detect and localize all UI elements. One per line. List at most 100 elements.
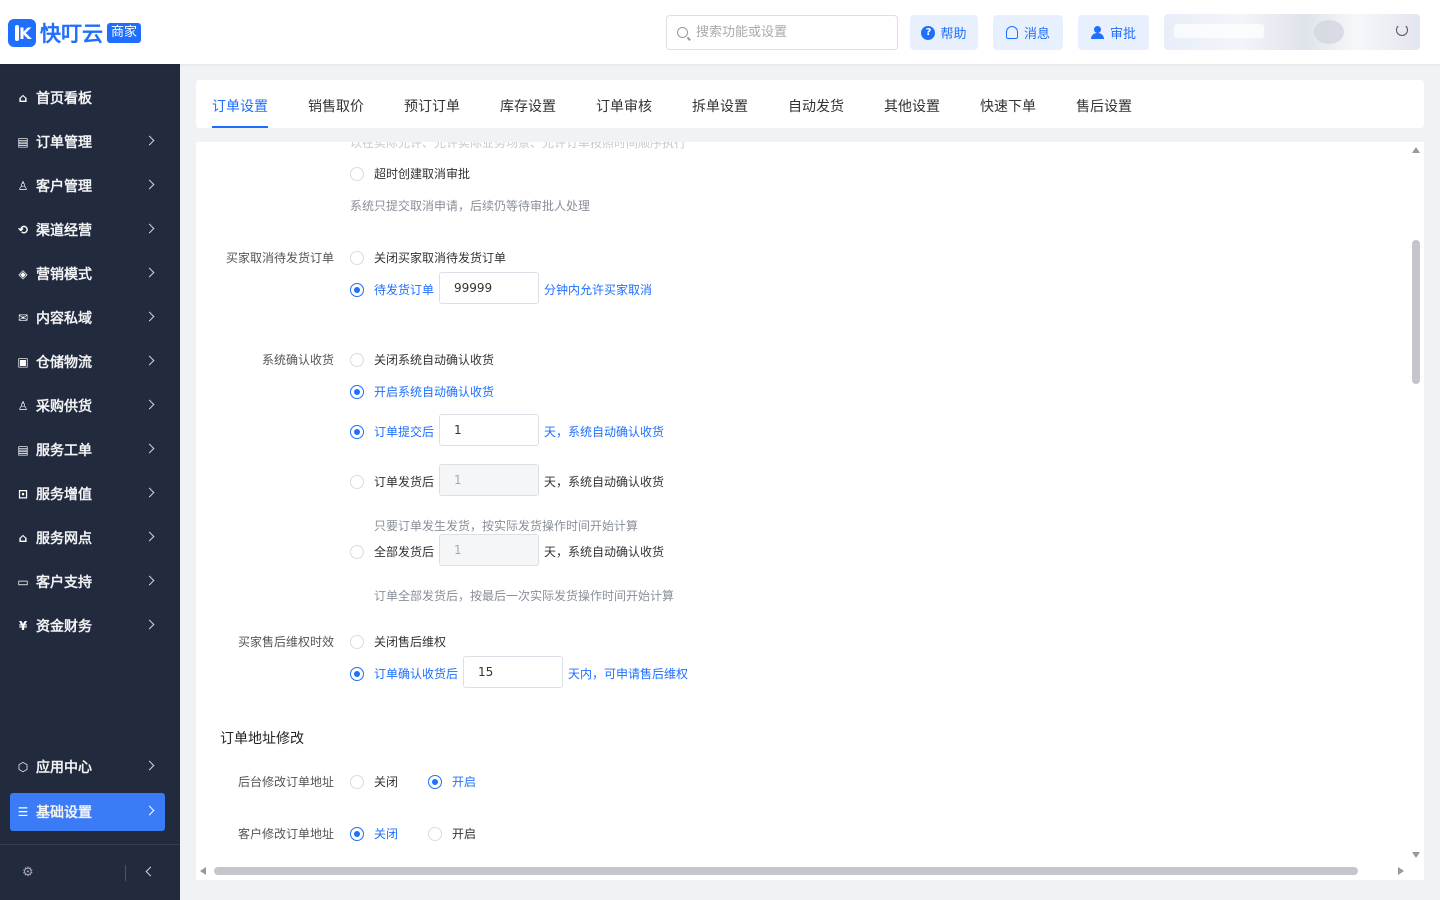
radio-unchecked[interactable] bbox=[350, 250, 364, 265]
account-dropdown[interactable] bbox=[1164, 14, 1420, 50]
settings-tabs: 订单设置 销售取价 预订订单 库存设置 订单审核 拆单设置 自动发货 其他设置 … bbox=[196, 80, 1424, 128]
gear-icon[interactable]: ⚙ bbox=[22, 865, 34, 880]
tab-order-review[interactable]: 订单审核 bbox=[596, 96, 652, 128]
sidebar-item-service-points[interactable]: ⌂ 服务网点 bbox=[10, 519, 165, 557]
sidebar: ⌂ 首页看板 ▤ 订单管理 ♙ 客户管理 ⟲ 渠道经营 ◈ 营销模式 ✉ 内容私… bbox=[0, 64, 180, 900]
tab-auto-ship[interactable]: 自动发货 bbox=[788, 96, 844, 128]
after-sale-days-input[interactable]: 15 bbox=[463, 656, 563, 688]
sidebar-item-service-tickets[interactable]: ▤ 服务工单 bbox=[10, 431, 165, 469]
purchase-icon: ♙ bbox=[17, 399, 29, 413]
option-after-submit[interactable]: 订单提交后 bbox=[350, 423, 434, 440]
user-icon: ♙ bbox=[17, 179, 29, 193]
radio-checked[interactable] bbox=[350, 282, 364, 297]
settings-sliders-icon: ☰ bbox=[17, 805, 29, 819]
after-submit-days-input[interactable]: 1 bbox=[439, 414, 539, 446]
collapse-sidebar-icon[interactable] bbox=[145, 866, 156, 877]
search-input[interactable] bbox=[696, 25, 886, 40]
tab-other[interactable]: 其他设置 bbox=[884, 96, 940, 128]
label-buyer-cancel: 买家取消待发货订单 bbox=[225, 251, 334, 265]
help-icon: ? bbox=[921, 25, 936, 40]
logo-icon: K bbox=[8, 19, 36, 47]
sidebar-item-content[interactable]: ✉ 内容私域 bbox=[10, 299, 165, 337]
brand-logo[interactable]: K 快叮云 商家 bbox=[8, 18, 142, 48]
order-icon: ▤ bbox=[17, 135, 29, 149]
radio-checked[interactable] bbox=[350, 826, 364, 841]
tab-after-sale[interactable]: 售后设置 bbox=[1076, 96, 1132, 128]
sidebar-item-app-center[interactable]: ⬡ 应用中心 bbox=[10, 748, 165, 786]
scroll-up-arrow-icon[interactable] bbox=[1412, 147, 1420, 153]
hint-after-ship: 只要订单发生发货，按实际发货操作时间开始计算 bbox=[374, 519, 639, 533]
all-shipped-days-input[interactable]: 1 bbox=[439, 534, 539, 566]
brand-name: 快叮云 bbox=[40, 22, 103, 46]
chevron-right-icon bbox=[144, 135, 155, 146]
approval-button[interactable]: 审批 bbox=[1078, 15, 1149, 50]
chevron-right-icon bbox=[144, 619, 155, 630]
after-ship-days-input[interactable]: 1 bbox=[439, 464, 539, 496]
option-close-auto-confirm[interactable]: 关闭系统自动确认收货 bbox=[350, 351, 494, 368]
approval-user-icon bbox=[1090, 26, 1104, 39]
option-open-auto-confirm[interactable]: 开启系统自动确认收货 bbox=[350, 383, 494, 400]
scroll-left-arrow-icon[interactable] bbox=[200, 867, 206, 875]
tab-split-order[interactable]: 拆单设置 bbox=[692, 96, 748, 128]
option-customer-address-on[interactable]: 开启 bbox=[428, 825, 476, 842]
hint-timeout-cancel: 系统只提交取消申请，后续仍等待审批人处理 bbox=[350, 199, 591, 213]
option-backend-address-on[interactable]: 开启 bbox=[428, 773, 476, 790]
sidebar-item-warehouse[interactable]: ▣ 仓储物流 bbox=[10, 343, 165, 381]
top-header: K 快叮云 商家 ? 帮助 消息 审批 bbox=[0, 0, 1440, 64]
avatar bbox=[1314, 20, 1344, 44]
sidebar-item-dashboard[interactable]: ⌂ 首页看板 bbox=[10, 79, 165, 117]
radio-unchecked[interactable] bbox=[350, 634, 364, 649]
channel-icon: ⟲ bbox=[17, 223, 29, 237]
sidebar-item-value-added[interactable]: ⊡ 服务增值 bbox=[10, 475, 165, 513]
option-all-shipped[interactable]: 全部发货后 bbox=[350, 543, 434, 560]
sidebar-item-basic-settings[interactable]: ☰ 基础设置 bbox=[10, 793, 165, 831]
tab-sales-pricing[interactable]: 销售取价 bbox=[308, 96, 364, 128]
scroll-down-arrow-icon[interactable] bbox=[1412, 852, 1420, 858]
all-shipped-suffix: 天，系统自动确认收货 bbox=[544, 545, 665, 559]
radio-checked[interactable] bbox=[350, 424, 364, 439]
sidebar-item-finance[interactable]: ¥ 资金财务 bbox=[10, 607, 165, 645]
tab-quick-order[interactable]: 快速下单 bbox=[980, 96, 1036, 128]
label-customer-address: 客户修改订单地址 bbox=[237, 827, 334, 841]
help-button[interactable]: ? 帮助 bbox=[910, 15, 978, 50]
radio-unchecked[interactable] bbox=[350, 474, 364, 489]
radio-checked[interactable] bbox=[428, 774, 442, 789]
tab-order-settings[interactable]: 订单设置 bbox=[212, 96, 268, 128]
clipped-description: 以在实际允许、允许实际业务场景、允许订单按照时间顺序执行 bbox=[350, 142, 687, 150]
bell-icon bbox=[1005, 26, 1018, 39]
brand-badge: 商家 bbox=[107, 23, 142, 43]
radio-unchecked[interactable] bbox=[350, 774, 364, 789]
tab-preorder[interactable]: 预订订单 bbox=[404, 96, 460, 128]
sidebar-item-orders[interactable]: ▤ 订单管理 bbox=[10, 123, 165, 161]
option-after-ship[interactable]: 订单发货后 bbox=[350, 473, 434, 490]
scroll-right-arrow-icon[interactable] bbox=[1398, 867, 1404, 875]
radio-unchecked[interactable] bbox=[350, 166, 364, 181]
radio-checked[interactable] bbox=[350, 384, 364, 399]
option-close-after-sale[interactable]: 关闭售后维权 bbox=[350, 633, 446, 650]
buyer-cancel-minutes-input[interactable]: 99999 bbox=[439, 272, 539, 304]
tab-inventory[interactable]: 库存设置 bbox=[500, 96, 556, 128]
chevron-right-icon bbox=[144, 311, 155, 322]
option-customer-address-off[interactable]: 关闭 bbox=[350, 825, 398, 842]
chevron-right-icon bbox=[144, 179, 155, 190]
radio-unchecked[interactable] bbox=[428, 826, 442, 841]
sidebar-item-channels[interactable]: ⟲ 渠道经营 bbox=[10, 211, 165, 249]
horizontal-scrollbar[interactable] bbox=[214, 867, 1358, 875]
sidebar-item-customers[interactable]: ♙ 客户管理 bbox=[10, 167, 165, 205]
option-backend-address-off[interactable]: 关闭 bbox=[350, 773, 398, 790]
option-close-buyer-cancel[interactable]: 关闭买家取消待发货订单 bbox=[350, 249, 506, 266]
search-box[interactable] bbox=[666, 15, 898, 50]
radio-unchecked[interactable] bbox=[350, 544, 364, 559]
chevron-right-icon bbox=[144, 760, 155, 771]
radio-checked[interactable] bbox=[350, 666, 364, 681]
sidebar-item-support[interactable]: ▭ 客户支持 bbox=[10, 563, 165, 601]
box-icon: ▣ bbox=[17, 355, 29, 369]
sidebar-item-purchase[interactable]: ♙ 采购供货 bbox=[10, 387, 165, 425]
option-timeout-cancel-approval[interactable]: 超时创建取消审批 bbox=[350, 165, 470, 182]
radio-unchecked[interactable] bbox=[350, 352, 364, 367]
vertical-scrollbar[interactable] bbox=[1412, 240, 1420, 384]
message-button[interactable]: 消息 bbox=[993, 15, 1063, 50]
option-pending-orders[interactable]: 待发货订单 bbox=[350, 281, 434, 298]
sidebar-item-marketing[interactable]: ◈ 营销模式 bbox=[10, 255, 165, 293]
option-after-confirm-receipt[interactable]: 订单确认收货后 bbox=[350, 665, 458, 682]
